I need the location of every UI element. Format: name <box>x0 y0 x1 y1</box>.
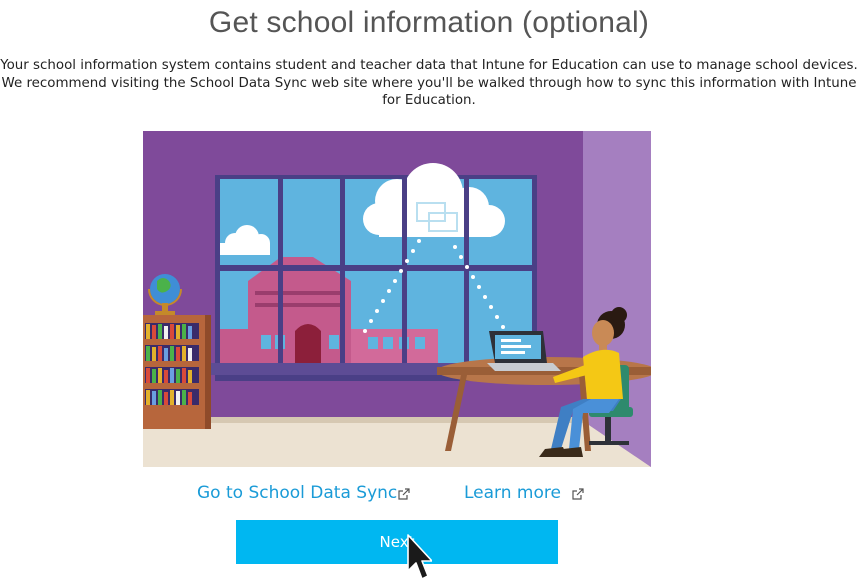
external-link-icon[interactable] <box>572 488 584 500</box>
school-data-sync-link[interactable]: Go to School Data Sync <box>197 483 397 503</box>
external-link-icon[interactable] <box>398 488 410 500</box>
learn-more-link[interactable]: Learn more <box>464 483 561 503</box>
classroom-illustration-image <box>143 131 651 467</box>
page-description: Your school information system contains … <box>0 57 858 110</box>
page-title: Get school information (optional) <box>208 6 650 39</box>
setup-page: Get school information (optional) Your s… <box>0 0 858 587</box>
next-button[interactable]: Next <box>236 520 558 564</box>
school-sync-illustration <box>143 131 651 467</box>
description-line-3: for Education. <box>382 93 476 108</box>
links-row: Go to School Data Sync Learn more <box>0 483 858 507</box>
description-line-1: Your school information system contains … <box>0 58 858 73</box>
description-line-2: We recommend visiting the School Data Sy… <box>1 75 857 91</box>
